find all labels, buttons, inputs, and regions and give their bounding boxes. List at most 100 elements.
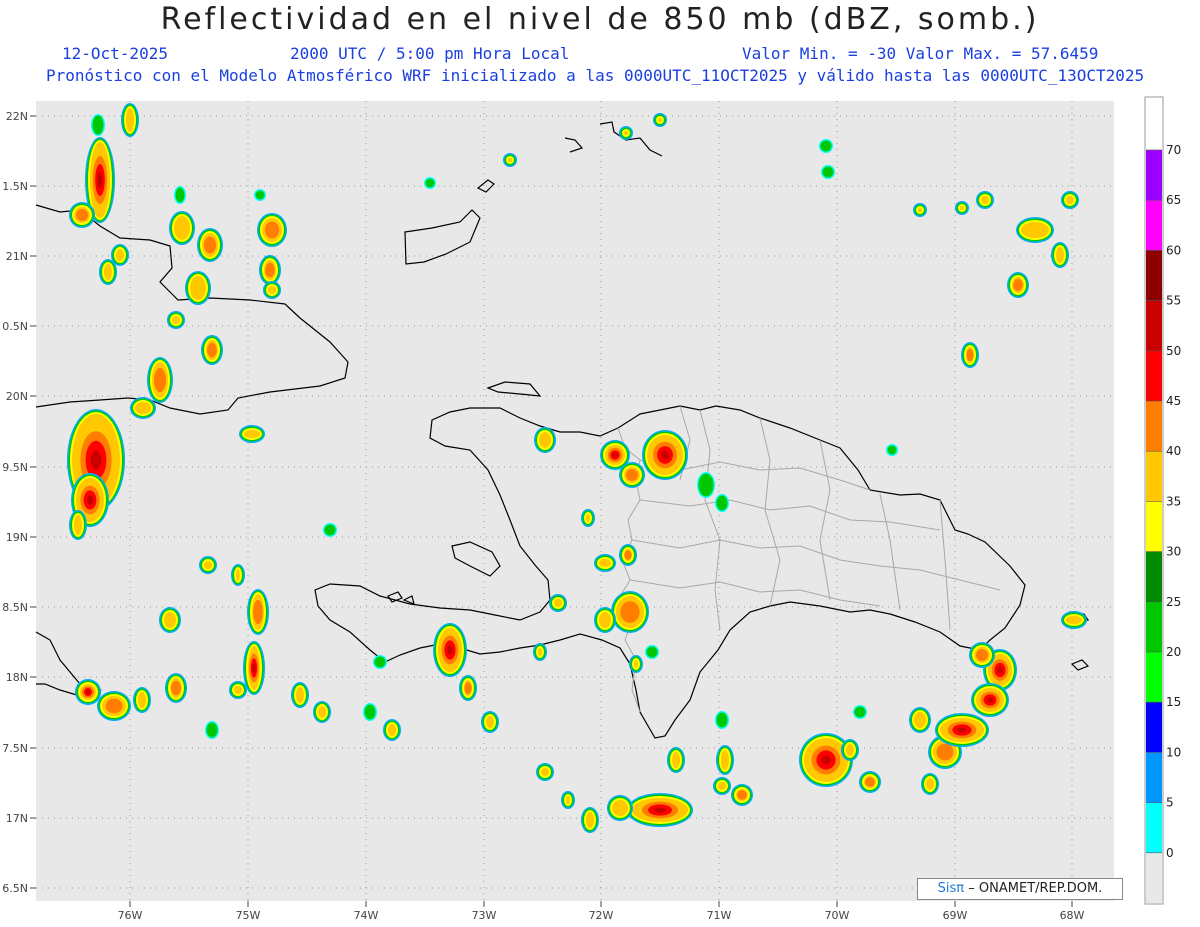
reflectivity-cell xyxy=(886,444,898,456)
reflectivity-cell xyxy=(611,591,649,633)
cell-max xyxy=(90,450,102,470)
reflectivity-cell xyxy=(239,425,265,443)
reflectivity-cell xyxy=(263,281,281,299)
cell-mid xyxy=(586,812,594,828)
cell-ring xyxy=(324,524,336,536)
colorbar-label: 55 xyxy=(1166,294,1181,308)
reflectivity-cell xyxy=(167,311,185,329)
reflectivity-cell xyxy=(229,681,247,699)
reflectivity-cell xyxy=(1051,242,1069,268)
cell-mid xyxy=(918,208,922,212)
reflectivity-cell xyxy=(955,201,969,215)
colorbar-label: 0 xyxy=(1166,846,1174,860)
cell-mid xyxy=(388,724,396,736)
reflectivity-cell xyxy=(667,747,685,773)
reflectivity-cell xyxy=(159,607,181,633)
cell-core xyxy=(76,209,88,221)
latitude-label: 20N xyxy=(6,390,28,403)
cell-ring xyxy=(820,140,832,152)
cell-mid xyxy=(599,612,611,628)
map-background xyxy=(36,101,1114,901)
cell-core xyxy=(620,601,640,623)
cell-mid xyxy=(634,660,638,668)
reflectivity-cell xyxy=(1061,611,1087,629)
cell-ring xyxy=(175,187,185,203)
reflectivity-cell xyxy=(921,773,939,795)
latitude-label: 9.5N xyxy=(2,461,28,474)
cell-core xyxy=(265,262,275,278)
cell-mid xyxy=(721,750,729,770)
colorbar-label: 45 xyxy=(1166,394,1181,408)
cell-mid xyxy=(658,118,662,122)
reflectivity-cell xyxy=(97,691,131,721)
colorbar-swatch xyxy=(1146,752,1162,803)
reflectivity-cell xyxy=(594,554,616,572)
cell-ring xyxy=(716,712,728,728)
cell-max xyxy=(997,666,1003,674)
cell-core xyxy=(154,368,166,392)
longitude-labels: 76W 75W 74W 73W 72W 71W 70W 69W 68W xyxy=(118,909,1085,922)
cell-max xyxy=(661,450,669,460)
colorbar: 7065605550454035302520151050 xyxy=(1146,143,1181,903)
cell-max xyxy=(447,645,453,655)
reflectivity-cell xyxy=(247,589,269,635)
latitude-label: 7.5N xyxy=(2,742,28,755)
cell-mid xyxy=(846,744,854,756)
cell-mid xyxy=(914,712,926,728)
reflectivity-cell xyxy=(971,683,1009,717)
reflectivity-cell xyxy=(534,427,556,453)
reflectivity-cell xyxy=(291,682,309,708)
cell-core xyxy=(624,550,632,560)
cell-mid xyxy=(135,402,151,414)
cell-mid xyxy=(296,687,304,703)
colorbar-label: 25 xyxy=(1166,595,1181,609)
reflectivity-cell xyxy=(197,228,223,262)
colorbar-label: 50 xyxy=(1166,344,1181,358)
reflectivity-cell xyxy=(259,255,281,285)
reflectivity-cell xyxy=(619,544,637,566)
cell-mid xyxy=(926,778,934,790)
reflectivity-cell xyxy=(363,703,377,721)
reflectivity-cell xyxy=(199,556,217,574)
cell-mid xyxy=(126,108,134,132)
cell-ring xyxy=(374,656,386,668)
cell-ring xyxy=(92,115,104,135)
longitude-label: 68W xyxy=(1060,909,1085,922)
cell-mid xyxy=(612,800,628,816)
cell-mid xyxy=(960,206,964,210)
longitude-label: 72W xyxy=(589,909,614,922)
longitude-label: 76W xyxy=(118,909,143,922)
reflectivity-cell xyxy=(165,673,187,703)
latitude-label: 19N xyxy=(6,531,28,544)
cell-ring xyxy=(206,722,218,738)
reflectivity-cell xyxy=(581,807,599,833)
credit-text: – ONAMET/REP.DOM. xyxy=(968,881,1103,896)
cell-mid xyxy=(539,432,551,448)
reflectivity-cell xyxy=(69,202,95,228)
cell-mid xyxy=(190,276,206,300)
colorbar-swatch xyxy=(1146,401,1162,452)
cell-mid xyxy=(599,559,611,567)
latitude-label: 22N xyxy=(6,110,28,123)
cell-mid xyxy=(116,249,124,261)
longitude-label: 69W xyxy=(943,909,968,922)
cell-mid xyxy=(586,514,590,522)
colorbar-swatch xyxy=(1146,601,1162,652)
cell-mid xyxy=(174,216,190,240)
reflectivity-cell xyxy=(715,711,729,729)
cell-mid xyxy=(981,196,989,204)
cell-mid xyxy=(554,599,562,607)
reflectivity-cell xyxy=(257,213,287,247)
longitude-label: 73W xyxy=(472,909,497,922)
reflectivity-cell xyxy=(205,721,219,739)
cell-ring xyxy=(425,178,435,188)
reflectivity-cell xyxy=(174,186,186,204)
longitude-label: 70W xyxy=(825,909,850,922)
colorbar-swatch xyxy=(1146,300,1162,351)
reflectivity-cell xyxy=(581,509,595,527)
reflectivity-cell xyxy=(121,103,139,137)
cell-mid xyxy=(672,752,680,768)
reflectivity-cell xyxy=(313,701,331,723)
reflectivity-cell xyxy=(130,397,156,419)
cell-ring xyxy=(255,190,265,200)
